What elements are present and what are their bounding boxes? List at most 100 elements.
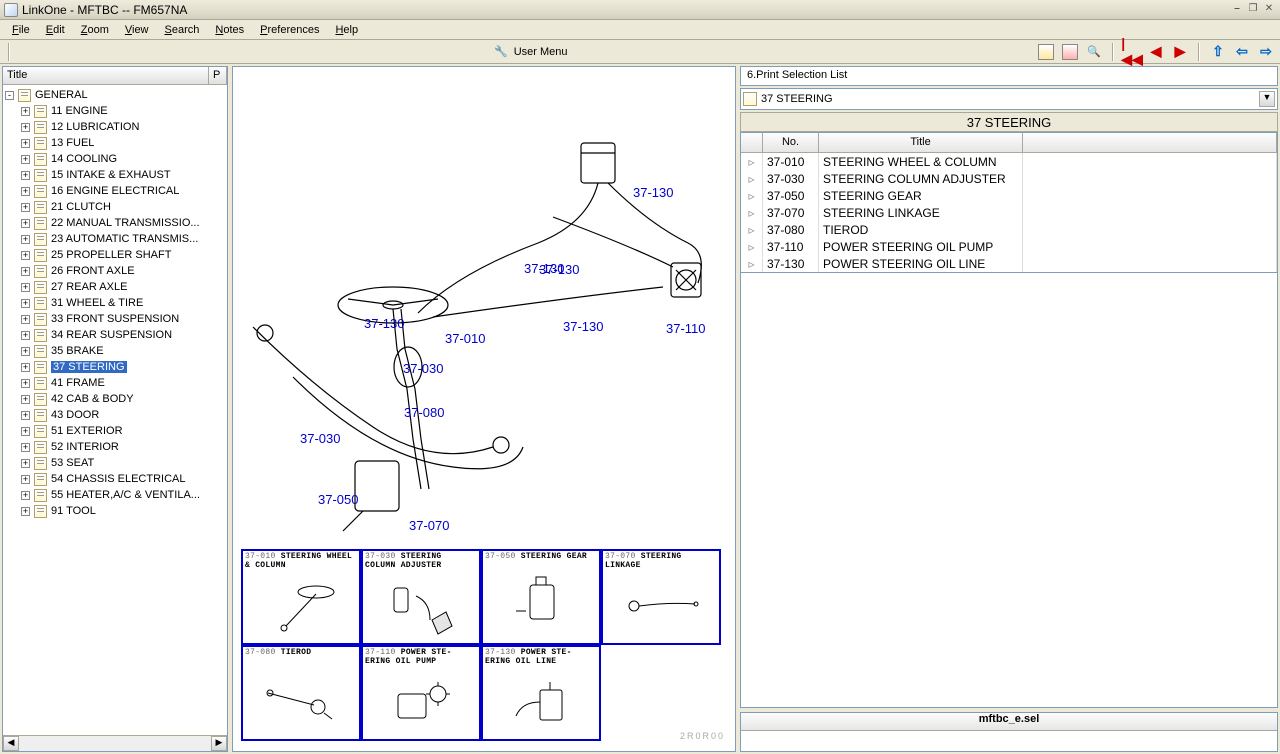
menu-edit[interactable]: Edit — [38, 22, 73, 38]
menu-zoom[interactable]: Zoom — [73, 22, 117, 38]
expand-icon[interactable]: + — [21, 331, 30, 340]
chevron-down-icon[interactable]: ▼ — [1259, 91, 1275, 107]
tree-item[interactable]: 25 PROPELLER SHAFT — [51, 249, 171, 261]
expand-icon[interactable]: + — [21, 427, 30, 436]
expand-icon[interactable]: + — [21, 443, 30, 452]
tree-item[interactable]: 35 BRAKE — [51, 345, 104, 357]
table-column-no[interactable]: No. — [763, 133, 819, 152]
maximize-icon[interactable]: ❐ — [1246, 3, 1260, 17]
diagram-label[interactable]: 37-130 — [633, 185, 673, 200]
expand-icon[interactable]: + — [21, 491, 30, 500]
table-column-title[interactable]: Title — [819, 133, 1023, 152]
tree-item[interactable]: 31 WHEEL & TIRE — [51, 297, 143, 309]
tree-root[interactable]: GENERAL — [35, 89, 88, 101]
expand-icon[interactable]: + — [21, 203, 30, 212]
diagram-label[interactable]: 37-110 — [666, 321, 706, 336]
nav-prev-button[interactable]: ◀ — [1146, 42, 1166, 62]
doc2-button[interactable] — [1060, 42, 1080, 62]
tree-item[interactable]: 43 DOOR — [51, 409, 99, 421]
nav-up-button[interactable]: ⇧ — [1208, 42, 1228, 62]
minimize-icon[interactable]: ⎯ — [1230, 3, 1244, 17]
scroll-left-icon[interactable]: ◀ — [3, 736, 19, 751]
print-selection-list[interactable]: 6.Print Selection List — [740, 66, 1278, 86]
tree-item[interactable]: 34 REAR SUSPENSION — [51, 329, 172, 341]
table-row[interactable]: ▹ 37-010 STEERING WHEEL & COLUMN — [741, 153, 1277, 170]
expand-icon[interactable]: + — [21, 507, 30, 516]
menu-help[interactable]: Help — [327, 22, 366, 38]
expand-icon[interactable]: + — [21, 299, 30, 308]
tree-item[interactable]: 11 ENGINE — [51, 105, 108, 117]
tree-item[interactable]: 12 LUBRICATION — [51, 121, 139, 133]
nav-back-button[interactable]: ⇦ — [1232, 42, 1252, 62]
expand-icon[interactable]: + — [21, 347, 30, 356]
diagram-label[interactable]: 37-130 — [539, 262, 579, 277]
thumbnail[interactable]: 37-010 STEERING WHEEL & COLUMN — [241, 549, 361, 645]
expand-icon[interactable]: + — [21, 315, 30, 324]
tree-item[interactable]: 51 EXTERIOR — [51, 425, 123, 437]
tree-item[interactable]: 42 CAB & BODY — [51, 393, 134, 405]
diagram-label[interactable]: 37-070 — [409, 518, 449, 533]
diagram-label[interactable]: 37-010 — [445, 331, 485, 346]
thumbnail[interactable]: 37-050 STEERING GEAR — [481, 549, 601, 645]
expand-icon[interactable]: + — [21, 411, 30, 420]
expand-icon[interactable]: + — [21, 475, 30, 484]
tree-item[interactable]: 27 REAR AXLE — [51, 281, 127, 293]
category-dropdown[interactable]: 37 STEERING ▼ — [740, 88, 1278, 110]
tree-item[interactable]: 37 STEERING — [51, 361, 127, 373]
tree-column-p[interactable]: P — [209, 67, 227, 84]
menu-preferences[interactable]: Preferences — [252, 22, 327, 38]
thumbnail[interactable]: 37-080 TIEROD — [241, 645, 361, 741]
table-row[interactable]: ▹ 37-080 TIEROD — [741, 221, 1277, 238]
collapse-icon[interactable]: - — [5, 91, 14, 100]
expand-icon[interactable]: + — [21, 235, 30, 244]
diagram-panel[interactable]: 37-13037-13037-13037-01037-03037-08037-0… — [232, 66, 736, 752]
thumbnail[interactable]: 37-110 POWER STE-ERING OIL PUMP — [361, 645, 481, 741]
tree-item[interactable]: 53 SEAT — [51, 457, 94, 469]
tree-item[interactable]: 55 HEATER,A/C & VENTILA... — [51, 489, 200, 501]
thumbnail[interactable]: 37-030 STEERING COLUMN ADJUSTER — [361, 549, 481, 645]
table-row[interactable]: ▹ 37-130 POWER STEERING OIL LINE — [741, 255, 1277, 272]
tree-item[interactable]: 14 COOLING — [51, 153, 117, 165]
tree-item[interactable]: 13 FUEL — [51, 137, 94, 149]
diagram-label[interactable]: 37-030 — [300, 431, 340, 446]
expand-icon[interactable]: + — [21, 251, 30, 260]
expand-icon[interactable]: + — [21, 155, 30, 164]
nav-next-button[interactable]: ▶ — [1170, 42, 1190, 62]
menu-file[interactable]: File — [4, 22, 38, 38]
expand-icon[interactable]: + — [21, 123, 30, 132]
diagram-label[interactable]: 37-080 — [404, 405, 444, 420]
tree-item[interactable]: 91 TOOL — [51, 505, 96, 517]
tree-item[interactable]: 15 INTAKE & EXHAUST — [51, 169, 171, 181]
expand-icon[interactable]: + — [21, 171, 30, 180]
diagram-label[interactable]: 37-050 — [318, 492, 358, 507]
expand-icon[interactable]: + — [21, 379, 30, 388]
expand-icon[interactable]: + — [21, 219, 30, 228]
table-row[interactable]: ▹ 37-110 POWER STEERING OIL PUMP — [741, 238, 1277, 255]
thumbnail[interactable]: 37-070 STEERING LINKAGE — [601, 549, 721, 645]
table-row[interactable]: ▹ 37-030 STEERING COLUMN ADJUSTER — [741, 170, 1277, 187]
tree-item[interactable]: 21 CLUTCH — [51, 201, 111, 213]
nav-fwd-button[interactable]: ⇨ — [1256, 42, 1276, 62]
nav-first-button[interactable]: |◀◀ — [1122, 42, 1142, 62]
menu-search[interactable]: Search — [157, 22, 208, 38]
menu-view[interactable]: View — [117, 22, 157, 38]
expand-icon[interactable]: + — [21, 395, 30, 404]
table-column-arrow[interactable] — [741, 133, 763, 152]
table-row[interactable]: ▹ 37-070 STEERING LINKAGE — [741, 204, 1277, 221]
tree-item[interactable]: 22 MANUAL TRANSMISSIO... — [51, 217, 200, 229]
scroll-right-icon[interactable]: ▶ — [211, 736, 227, 751]
tree-body[interactable]: - GENERAL +11 ENGINE +12 LUBRICATION +13 FUE… — [3, 85, 227, 735]
doc1-button[interactable] — [1036, 42, 1056, 62]
table-row[interactable]: ▹ 37-050 STEERING GEAR — [741, 187, 1277, 204]
tree-item[interactable]: 26 FRONT AXLE — [51, 265, 135, 277]
expand-icon[interactable]: + — [21, 459, 30, 468]
table-column-blank[interactable] — [1023, 133, 1277, 152]
diagram-label[interactable]: 37-030 — [403, 361, 443, 376]
expand-icon[interactable]: + — [21, 107, 30, 116]
expand-icon[interactable]: + — [21, 267, 30, 276]
tree-item[interactable]: 41 FRAME — [51, 377, 105, 389]
expand-icon[interactable]: + — [21, 187, 30, 196]
tree-column-title[interactable]: Title — [3, 67, 209, 84]
diagram-label[interactable]: 37-130 — [563, 319, 603, 334]
expand-icon[interactable]: + — [21, 363, 30, 372]
